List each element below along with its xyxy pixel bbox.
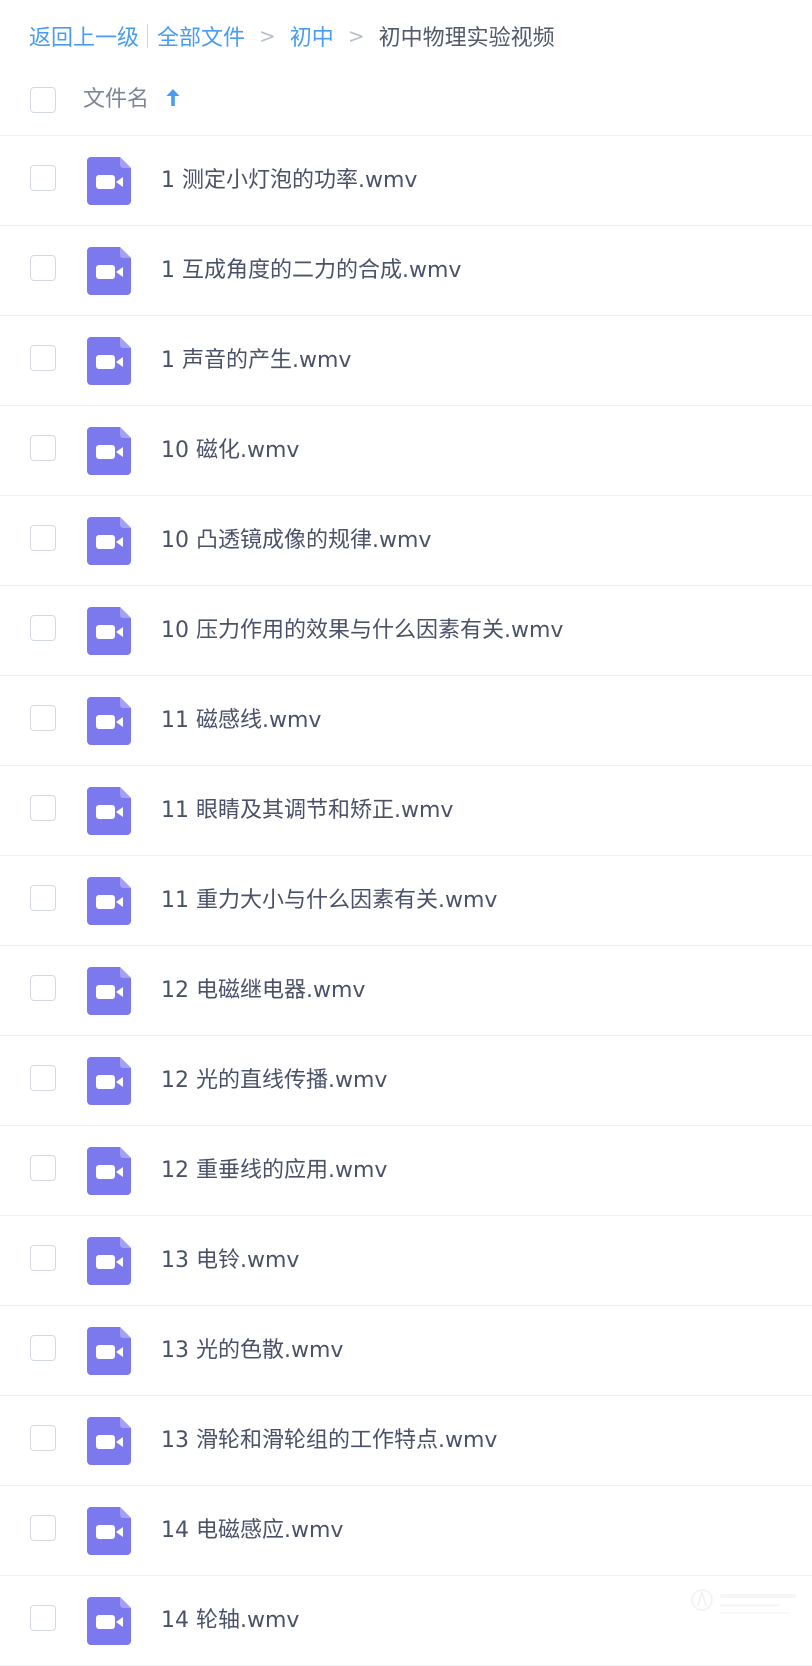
video-file-icon [87,1237,131,1285]
list-header: 文件名 [0,71,812,136]
file-row[interactable]: 1 测定小灯泡的功率.wmv [0,136,812,226]
breadcrumb-current: 初中物理实验视频 [378,26,555,51]
video-file-icon [87,697,131,745]
file-name[interactable]: 11 磁感线.wmv [161,676,321,765]
file-checkbox[interactable] [30,705,56,731]
breadcrumb-level1[interactable]: 初中 [290,20,334,52]
file-row[interactable]: 11 磁感线.wmv [0,676,812,766]
video-file-icon [87,517,131,565]
file-name[interactable]: 12 光的直线传播.wmv [161,1036,387,1125]
breadcrumb-separator: > [259,24,276,48]
file-checkbox[interactable] [30,1605,56,1631]
file-checkbox[interactable] [30,795,56,821]
file-row[interactable]: 11 重力大小与什么因素有关.wmv [0,856,812,946]
file-row[interactable]: 13 光的色散.wmv [0,1306,812,1396]
video-file-icon [87,1327,131,1375]
video-file-icon [87,787,131,835]
video-file-icon [87,1417,131,1465]
breadcrumb-divider [147,24,149,48]
file-checkbox[interactable] [30,1335,56,1361]
file-checkbox[interactable] [30,1515,56,1541]
file-row[interactable]: 10 凸透镜成像的规律.wmv [0,496,812,586]
file-row[interactable]: 1 互成角度的二力的合成.wmv [0,226,812,316]
file-row[interactable]: 12 光的直线传播.wmv [0,1036,812,1126]
file-row[interactable]: 10 磁化.wmv [0,406,812,496]
file-checkbox[interactable] [30,345,56,371]
sort-ascending-icon[interactable] [163,84,183,114]
file-checkbox[interactable] [30,255,56,281]
file-row[interactable]: 10 压力作用的效果与什么因素有关.wmv [0,586,812,676]
file-name[interactable]: 10 磁化.wmv [161,406,299,495]
video-file-icon [87,1597,131,1645]
file-checkbox[interactable] [30,1065,56,1091]
column-header-filename[interactable]: 文件名 [83,82,149,118]
file-name[interactable]: 12 电磁继电器.wmv [161,946,365,1035]
file-name[interactable]: 14 电磁感应.wmv [161,1486,343,1575]
file-checkbox[interactable] [30,975,56,1001]
file-name[interactable]: 13 滑轮和滑轮组的工作特点.wmv [161,1396,497,1485]
file-name[interactable]: 1 测定小灯泡的功率.wmv [161,136,417,225]
file-checkbox[interactable] [30,615,56,641]
breadcrumb-separator: > [347,24,365,48]
breadcrumb-all-files[interactable]: 全部文件 [157,20,245,52]
file-checkbox[interactable] [30,885,56,911]
file-name[interactable]: 13 光的色散.wmv [161,1306,343,1395]
file-name[interactable]: 11 重力大小与什么因素有关.wmv [161,856,497,945]
file-name[interactable]: 14 轮轴.wmv [161,1576,299,1665]
back-link[interactable]: 返回上一级 [29,20,139,52]
video-file-icon [87,967,131,1015]
select-all-checkbox[interactable] [30,87,56,113]
file-row[interactable]: 1 声音的产生.wmv [0,316,812,406]
video-file-icon [87,247,131,295]
watermark-logo [686,1584,806,1624]
video-file-icon [87,607,131,655]
file-row[interactable]: 13 滑轮和滑轮组的工作特点.wmv [0,1396,812,1486]
file-name[interactable]: 1 互成角度的二力的合成.wmv [161,226,461,315]
file-list: 1 测定小灯泡的功率.wmv 1 互成角度的二力的合成.wmv 1 声音的产生.… [0,136,812,1666]
file-checkbox[interactable] [30,1155,56,1181]
breadcrumb: 返回上一级 全部文件 > 初中 > 初中物理实验视频 [29,18,555,54]
file-name[interactable]: 10 压力作用的效果与什么因素有关.wmv [161,586,563,675]
file-checkbox[interactable] [30,525,56,551]
file-row[interactable]: 12 电磁继电器.wmv [0,946,812,1036]
file-checkbox[interactable] [30,435,56,461]
file-row[interactable]: 11 眼睛及其调节和矫正.wmv [0,766,812,856]
file-name[interactable]: 13 电铃.wmv [161,1216,299,1305]
file-row[interactable]: 12 重垂线的应用.wmv [0,1126,812,1216]
file-name[interactable]: 11 眼睛及其调节和矫正.wmv [161,766,453,855]
file-name[interactable]: 1 声音的产生.wmv [161,316,351,405]
video-file-icon [87,1057,131,1105]
video-file-icon [87,337,131,385]
video-file-icon [87,157,131,205]
file-name[interactable]: 10 凸透镜成像的规律.wmv [161,496,431,585]
video-file-icon [87,877,131,925]
file-checkbox[interactable] [30,1245,56,1271]
video-file-icon [87,1507,131,1555]
file-row[interactable]: 14 电磁感应.wmv [0,1486,812,1576]
video-file-icon [87,1147,131,1195]
file-checkbox[interactable] [30,1425,56,1451]
file-name[interactable]: 12 重垂线的应用.wmv [161,1126,387,1215]
file-checkbox[interactable] [30,165,56,191]
file-row[interactable]: 13 电铃.wmv [0,1216,812,1306]
video-file-icon [87,427,131,475]
